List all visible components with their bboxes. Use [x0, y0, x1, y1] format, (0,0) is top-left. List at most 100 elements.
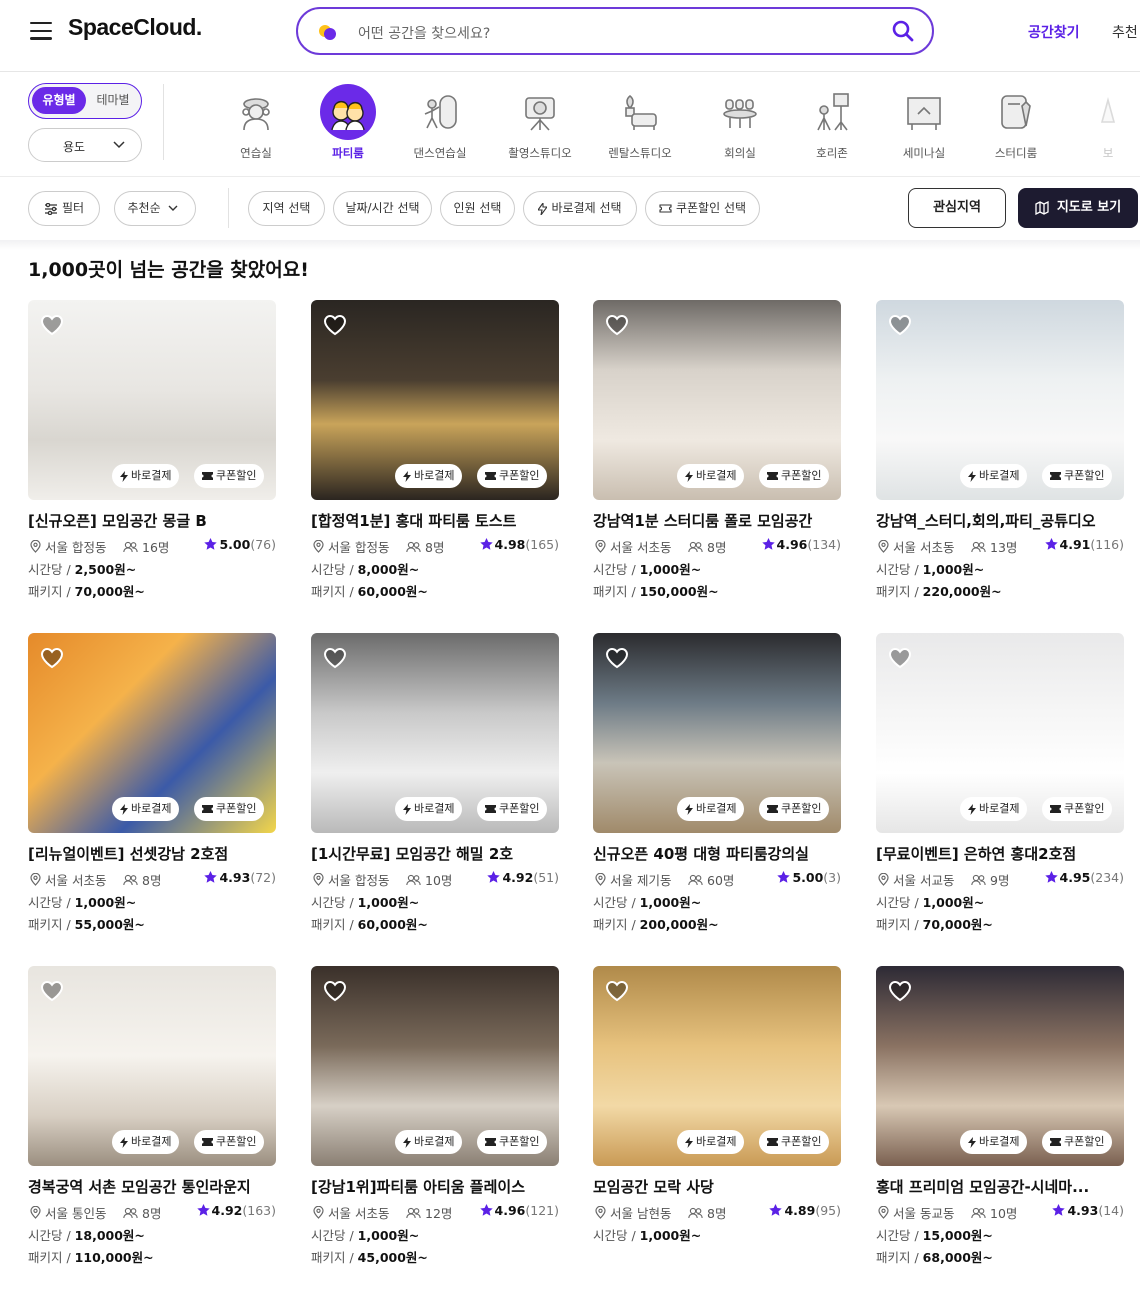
listing-card[interactable]: 바로결제 쿠폰할인 강남역_스터디,회의,파티_공튜디오 서울 서초동 13명 …	[876, 300, 1124, 620]
listing-photo[interactable]: 바로결제 쿠폰할인	[593, 633, 841, 833]
dance-room-icon	[424, 95, 457, 129]
listing-title[interactable]: 강남역_스터디,회의,파티_공튜디오	[876, 510, 1124, 531]
instant-pay-select-chip[interactable]: 바로결제 선택	[523, 191, 637, 226]
listing-photo[interactable]: 바로결제 쿠폰할인	[876, 966, 1124, 1166]
heart-icon[interactable]	[888, 647, 912, 669]
listing-title[interactable]: 홍대 프리미엄 모임공간-시네마...	[876, 1176, 1124, 1197]
heart-icon[interactable]	[323, 980, 347, 1002]
capacity-text: 16명	[142, 540, 170, 555]
heart-icon[interactable]	[40, 647, 64, 669]
category-meeting-room[interactable]: 회의실	[694, 80, 786, 166]
sort-dropdown[interactable]: 추천순	[114, 191, 196, 226]
listing-card[interactable]: 바로결제 쿠폰할인 [무료이벤트] 은하연 홍대2호점 서울 서교동 9명 4.…	[876, 633, 1124, 953]
map-view-button[interactable]: 지도로 보기	[1018, 188, 1138, 228]
package-label: 패키지 /	[28, 1250, 71, 1265]
listing-card[interactable]: 바로결제 쿠폰할인 경복궁역 서촌 모임공간 통인라운지 서울 통인동 8명 4…	[28, 966, 276, 1286]
heart-icon[interactable]	[323, 647, 347, 669]
category-rental-studio[interactable]: 렌탈스튜디오	[594, 80, 686, 166]
review-count: (121)	[525, 1203, 559, 1218]
listing-photo[interactable]: 바로결제 쿠폰할인	[28, 633, 276, 833]
category-more[interactable]: 보	[1062, 80, 1140, 166]
hourly-price-value: 1,000원~	[922, 895, 985, 910]
nav-find-space[interactable]: 공간찾기	[1028, 22, 1080, 42]
category-party-room[interactable]: 파티룸	[302, 80, 394, 166]
heart-icon[interactable]	[605, 980, 629, 1002]
region-select-chip[interactable]: 지역 선택	[248, 191, 325, 226]
listing-title[interactable]: 강남역1분 스터디룸 폴로 모임공간	[593, 510, 841, 531]
lightning-icon	[120, 1136, 128, 1148]
ticket-icon	[202, 805, 213, 813]
category-dance-room[interactable]: 댄스연습실	[394, 80, 486, 166]
filter-button[interactable]: 필터	[28, 191, 100, 226]
filter-label: 필터	[61, 201, 85, 215]
listing-meta: 서울 서초동 13명 4.91(116)	[876, 537, 1124, 555]
listing-title[interactable]: [합정역1분] 홍대 파티룸 토스트	[311, 510, 559, 531]
category-study-room[interactable]: 스터디룸	[970, 80, 1062, 166]
listing-card[interactable]: 바로결제 쿠폰할인 [신규오픈] 모임공간 몽글 B 서울 합정동 16명 5.…	[28, 300, 276, 620]
heart-icon[interactable]	[888, 980, 912, 1002]
listing-title[interactable]: [1시간무료] 모임공간 해밀 2호	[311, 843, 559, 864]
usage-dropdown[interactable]: 용도	[28, 128, 142, 162]
listing-photo[interactable]: 바로결제 쿠폰할인	[876, 300, 1124, 500]
listing-title[interactable]: [리뉴얼이벤트] 선셋강남 2호점	[28, 843, 276, 864]
coupon-badge: 쿠폰할인	[759, 464, 830, 488]
heart-icon[interactable]	[40, 314, 64, 336]
toggle-type[interactable]: 유형별	[32, 87, 86, 114]
star-icon	[479, 1204, 493, 1216]
listing-title[interactable]: [신규오픈] 모임공간 몽글 B	[28, 510, 276, 531]
listing-card[interactable]: 바로결제 쿠폰할인 [강남1위]파티룸 아티움 플레이스 서울 서초동 12명 …	[311, 966, 559, 1286]
listing-card[interactable]: 바로결제 쿠폰할인 홍대 프리미엄 모임공간-시네마... 서울 동교동 10명…	[876, 966, 1124, 1286]
search-bar[interactable]: 어떤 공간을 찾으세요?	[296, 7, 934, 55]
category-practice-room[interactable]: 연습실	[210, 80, 302, 166]
listing-photo[interactable]: 바로결제 쿠폰할인	[311, 300, 559, 500]
listing-title[interactable]: [무료이벤트] 은하연 홍대2호점	[876, 843, 1124, 864]
listing-title[interactable]: 신규오픈 40평 대형 파티룸강의실	[593, 843, 841, 864]
coupon-text: 쿠폰할인	[499, 802, 540, 815]
toggle-theme[interactable]: 테마별	[88, 87, 138, 114]
listing-card[interactable]: 바로결제 쿠폰할인 [합정역1분] 홍대 파티룸 토스트 서울 합정동 8명 4…	[311, 300, 559, 620]
listing-card[interactable]: 바로결제 쿠폰할인 모임공간 모락 사당 서울 남현동 8명 4.89(95) …	[593, 966, 841, 1286]
logo[interactable]: SpaceCloud.	[68, 14, 202, 41]
listing-capacity: 60명	[688, 870, 734, 889]
search-input[interactable]: 어떤 공간을 찾으세요?	[358, 23, 490, 43]
heart-icon[interactable]	[323, 314, 347, 336]
listing-title[interactable]: [강남1위]파티룸 아티움 플레이스	[311, 1176, 559, 1197]
nav-recommend[interactable]: 추천	[1112, 22, 1138, 42]
heart-icon[interactable]	[40, 980, 64, 1002]
listing-photo[interactable]: 바로결제 쿠폰할인	[593, 300, 841, 500]
listing-photo[interactable]: 바로결제 쿠폰할인	[311, 966, 559, 1166]
heart-icon[interactable]	[605, 314, 629, 336]
heart-icon[interactable]	[605, 647, 629, 669]
section-shadow	[0, 240, 1140, 250]
interest-region-button[interactable]: 관심지역	[908, 188, 1006, 228]
package-price-value: 60,000원~	[357, 917, 428, 932]
category-camera-studio[interactable]: 촬영스튜디오	[494, 80, 586, 166]
listing-card[interactable]: 바로결제 쿠폰할인 [1시간무료] 모임공간 해밀 2호 서울 합정동 10명 …	[311, 633, 559, 953]
listing-photo[interactable]: 바로결제 쿠폰할인	[28, 966, 276, 1166]
listing-photo[interactable]: 바로결제 쿠폰할인	[311, 633, 559, 833]
hourly-price-value: 1,000원~	[922, 562, 985, 577]
listing-location: 서울 동교동	[878, 1203, 954, 1222]
listing-capacity: 16명	[123, 537, 169, 556]
listing-photo[interactable]: 바로결제 쿠폰할인	[28, 300, 276, 500]
category-horizon[interactable]: 호리존	[786, 80, 878, 166]
hamburger-menu-icon[interactable]	[30, 22, 52, 40]
search-icon[interactable]	[892, 20, 914, 42]
coupon-select-chip[interactable]: 쿠폰할인 선택	[645, 191, 760, 226]
listing-photo[interactable]: 바로결제 쿠폰할인	[593, 966, 841, 1166]
listing-photo[interactable]: 바로결제 쿠폰할인	[876, 633, 1124, 833]
category-label: 댄스연습실	[413, 146, 467, 160]
package-label: 패키지 /	[876, 1250, 919, 1265]
category-seminar-room[interactable]: 세미나실	[878, 80, 970, 166]
listing-location: 서울 합정동	[30, 537, 106, 556]
people-icon	[971, 874, 986, 886]
listing-card[interactable]: 바로결제 쿠폰할인 [리뉴얼이벤트] 선셋강남 2호점 서울 서초동 8명 4.…	[28, 633, 276, 953]
listing-title[interactable]: 모임공간 모락 사당	[593, 1176, 841, 1197]
listing-title[interactable]: 경복궁역 서촌 모임공간 통인라운지	[28, 1176, 276, 1197]
listing-card[interactable]: 바로결제 쿠폰할인 강남역1분 스터디룸 폴로 모임공간 서울 서초동 8명 4…	[593, 300, 841, 620]
listing-card[interactable]: 바로결제 쿠폰할인 신규오픈 40평 대형 파티룸강의실 서울 제기동 60명 …	[593, 633, 841, 953]
people-select-chip[interactable]: 인원 선택	[440, 191, 515, 226]
heart-icon[interactable]	[888, 314, 912, 336]
datetime-select-chip[interactable]: 날짜/시간 선택	[333, 191, 432, 226]
package-label: 패키지 /	[28, 584, 71, 599]
